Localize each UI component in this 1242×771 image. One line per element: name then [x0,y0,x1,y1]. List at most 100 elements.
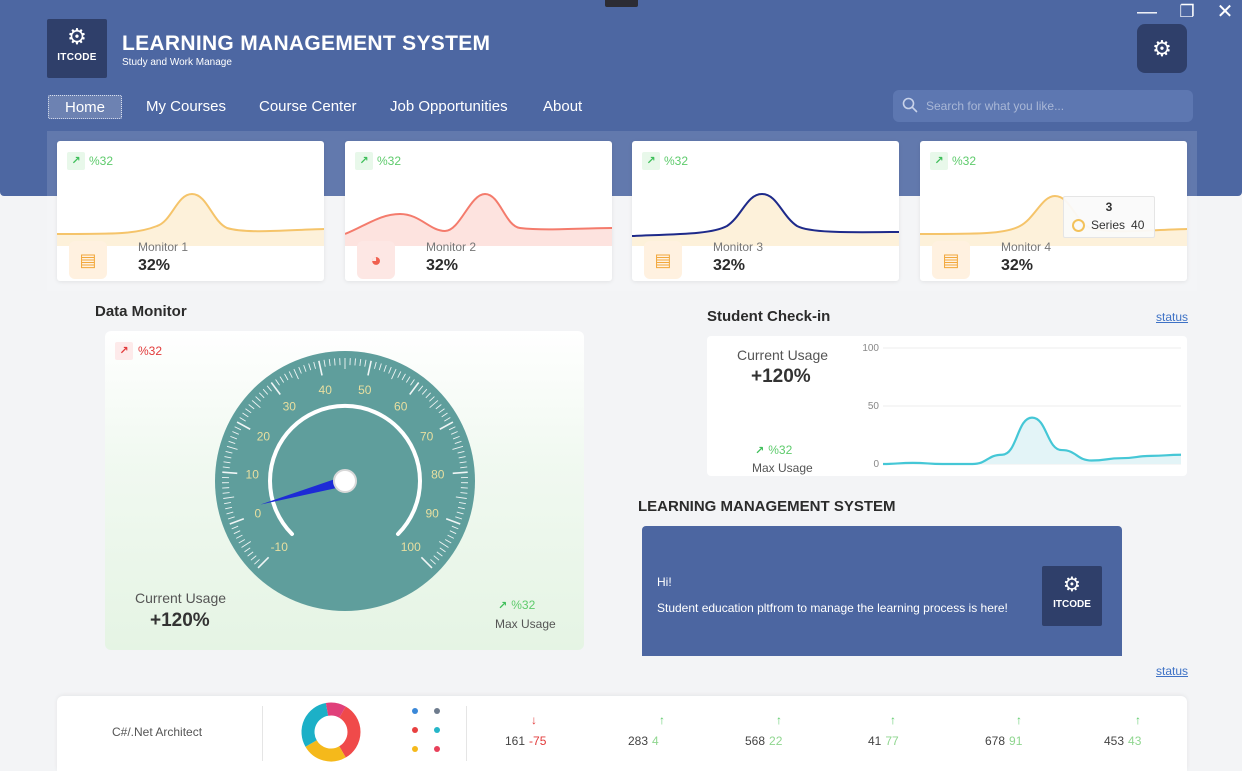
check-in-usage-value: +120% [751,366,811,387]
trend-value: %32 [511,598,536,612]
trend-value: %32 [89,154,114,168]
monitor-label: Monitor 1 [138,240,189,254]
logo-text: ITCODE [1053,599,1091,610]
monitor-icon: ▤ [644,241,682,279]
check-in-max-label: Max Usage [752,461,813,475]
stat-item: ↓ 161 -75 [505,713,585,753]
welcome-greeting: Hi! [657,575,672,589]
nav-home[interactable]: Home [48,95,123,119]
gauge-tick-label: 30 [283,400,297,414]
stat-value: 568 [745,734,766,748]
gauge-tick-label: 0 [255,507,262,521]
tooltip-series: Series [1091,218,1126,232]
gauge-tick-label: 10 [246,467,260,481]
pie-chart-icon: ◕ [357,241,395,279]
divider [262,706,263,761]
trend-value: %32 [377,154,402,168]
gauge-tick-label: 50 [358,383,372,397]
gauge-tick-label: 40 [319,383,333,397]
y-tick-label: 0 [873,459,879,470]
stat-delta: 22 [769,734,783,748]
trend-up-icon: ↗ [498,599,508,612]
arrow-up-icon: ↑ [659,713,665,727]
legend-dot [412,708,418,714]
search-input[interactable] [926,96,1181,116]
minimize-button[interactable]: — [1135,2,1159,22]
nav-course-center[interactable]: Course Center [259,95,357,119]
monitor-label: Monitor 4 [1001,240,1052,254]
y-tick-label: 100 [862,343,879,354]
gauge-hub [333,469,357,493]
nav-my-courses[interactable]: My Courses [146,95,226,119]
series-marker-icon [1072,218,1085,232]
stat-delta: 77 [885,734,899,748]
trend-badge: ↗ %32 [642,152,688,170]
stat-item: ↑ 283 4 [628,713,708,753]
stat-delta: 4 [652,734,659,748]
legend-dots [412,708,440,752]
sparkline [345,192,612,246]
donut-segment [301,702,329,747]
stat-item: ↑ 678 91 [985,713,1065,753]
trend-value: %32 [138,344,163,358]
app-subtitle: Study and Work Manage [122,57,232,68]
sparkline [632,192,899,246]
monitor-card-3[interactable]: ↗ %32 ▤ Monitor 3 32% [632,141,899,281]
monitor-value: 32% [1001,257,1034,274]
logo-icon: ⚙ [1152,36,1172,61]
stat-delta: 43 [1128,734,1142,748]
arrow-up-icon: ↑ [776,713,782,727]
lms-section-title: LEARNING MANAGEMENT SYSTEM [638,498,896,515]
user-menu-button[interactable]: ⚙ [1137,24,1187,73]
trend-up-icon: ↗ [355,152,373,170]
monitor-card-2[interactable]: ↗ %32 ◕ Monitor 2 32% [345,141,612,281]
usage-gauge: -10 0 10 20 30 40 50 60 70 80 90 100 [215,351,475,611]
stat-item: ↑ 41 77 [868,713,948,753]
course-label: C#/.Net Architect [112,725,203,739]
nav-about[interactable]: About [543,95,582,119]
check-in-max-badge: ↗ %32 [755,443,792,457]
current-usage-label: Current Usage [135,590,227,606]
y-tick-label: 50 [868,401,880,412]
app-logo: ⚙ ITCODE [47,19,107,78]
trend-up-icon: ↗ [642,152,660,170]
search-bar [893,90,1193,122]
legend-dot [434,746,440,752]
check-in-chart: 100 50 0 [862,343,1182,470]
gauge-tick-label: 90 [425,507,439,521]
drag-handle[interactable] [605,0,638,7]
trend-up-icon: ↗ [67,152,85,170]
gauge-tick-label: 70 [420,429,434,443]
stat-value: 283 [628,734,649,748]
logo-text: ITCODE [57,52,97,63]
monitor-value: 32% [713,257,746,274]
search-icon [902,97,918,113]
check-in-title: Student Check-in [707,308,831,325]
tooltip-title: 3 [1105,200,1113,214]
gauge-tick-label: 60 [394,400,408,414]
legend-dot [434,708,440,714]
legend-dot [434,727,440,733]
tooltip-value: 40 [1131,218,1145,232]
donut-segment [325,702,346,718]
nav-job-opportunities[interactable]: Job Opportunities [390,95,508,119]
status-link[interactable]: status [1156,664,1188,678]
trend-icon: ↗ [115,342,133,360]
arrow-up-icon: ↑ [890,713,896,727]
welcome-message: Student education pltfrom to manage the … [657,601,1008,615]
gauge-tick-label: 100 [401,540,421,554]
stat-value: 161 [505,734,526,748]
restore-button[interactable]: ❐ [1175,2,1199,22]
stat-delta: -75 [529,734,547,748]
monitor-card-1[interactable]: ↗ %32 ▤ Monitor 1 32% [57,141,324,281]
status-link[interactable]: status [1156,310,1188,324]
trend-badge: ↗ %32 [115,342,162,360]
stat-value: 678 [985,734,1006,748]
trend-value: %32 [952,154,977,168]
close-button[interactable]: ✕ [1213,2,1237,22]
sparkline [57,192,324,246]
chart-tooltip: 3 Series 40 [1063,196,1155,238]
arrow-up-icon: ↑ [1135,713,1141,727]
current-usage-value: +120% [150,610,210,631]
max-usage-label: Max Usage [495,617,556,631]
